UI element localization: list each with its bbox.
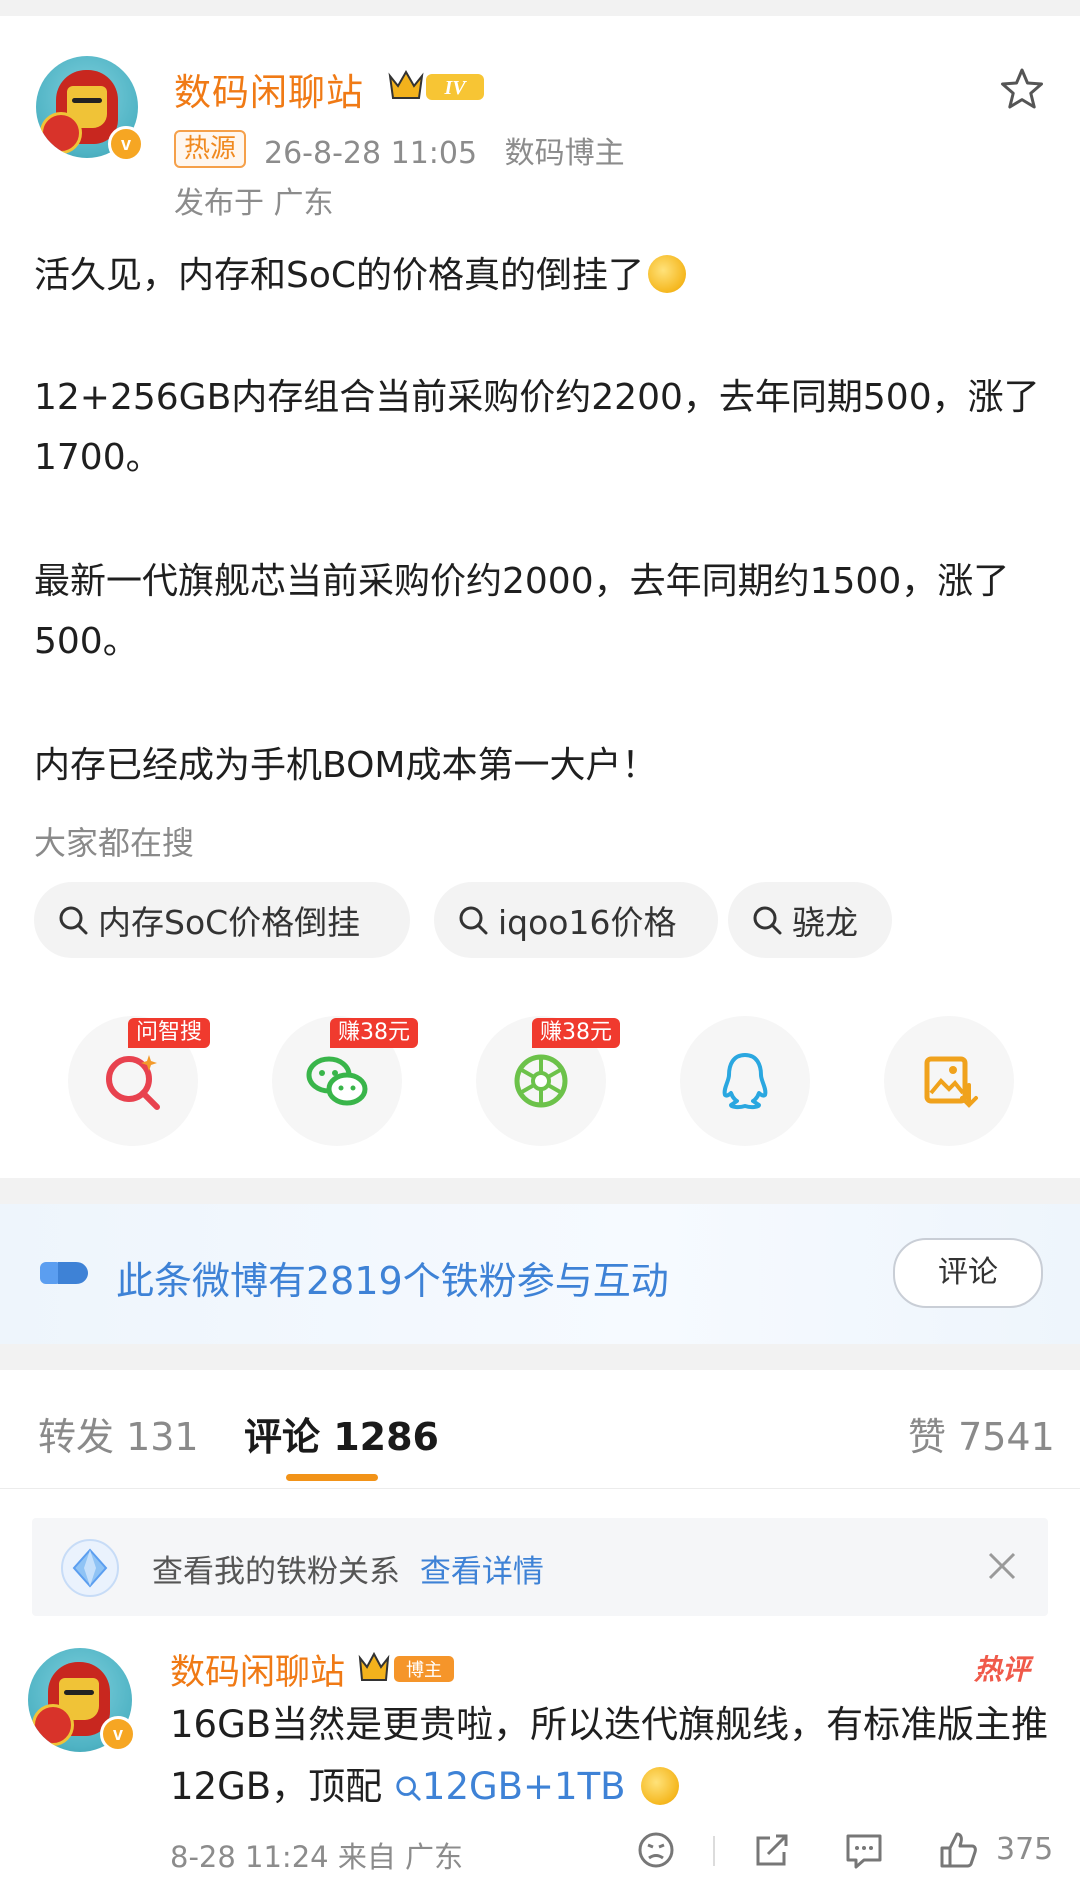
post-paragraph-3: 最新一代旗舰芯当前采购价约2000，去年同期约1500，涨了500。 (34, 561, 1010, 662)
commenter-badge: 博主 (358, 1651, 454, 1682)
comment-text: 16GB当然是更贵啦，所以迭代旗舰线，有标准版主推12GB，顶配 12GB+1T… (170, 1703, 1049, 1808)
search-section-title: 大家都在搜 (34, 824, 195, 862)
share-badge: 赚38元 (330, 1018, 418, 1048)
hot-comment-label: 热评 (974, 1653, 1031, 1686)
relation-detail-link[interactable]: 查看详情 (420, 1554, 544, 1590)
commenter-name[interactable]: 数码闲聊站 (170, 1644, 345, 1695)
verified-icon: v (100, 1716, 136, 1752)
verified-icon: v (108, 126, 144, 162)
author-role: 数码博主 (504, 136, 625, 171)
post-paragraph-4: 内存已经成为手机BOM成本第一大户！ (34, 745, 658, 786)
comment-icon[interactable] (844, 1830, 884, 1870)
emoji-icon (641, 1767, 680, 1805)
top-bar (0, 0, 1080, 16)
action-separator (713, 1836, 715, 1866)
relation-text: 查看我的铁粉关系 查看详情 (152, 1554, 544, 1590)
search-chip[interactable]: 骁龙 (728, 882, 892, 958)
fans-icon (40, 1262, 88, 1284)
post-location: 发布于 广东 (174, 186, 334, 221)
search-icon (459, 906, 488, 935)
crown-level-icon: IV (388, 69, 484, 100)
save-image-icon (924, 1056, 978, 1108)
comment-meta: 8-28 11:24 来自 广东 (170, 1840, 464, 1874)
level-label: IV (443, 77, 467, 99)
tab-comment[interactable]: 评论 1286 (244, 1406, 439, 1461)
qq-icon (722, 1053, 768, 1110)
favorite-star-icon[interactable] (998, 66, 1046, 114)
fans-comment-button[interactable]: 评论 (893, 1238, 1043, 1308)
share-icon[interactable] (752, 1830, 792, 1870)
active-tab-indicator (286, 1474, 378, 1481)
post-meta: 26-8-28 11:05 数码博主 (264, 128, 625, 172)
fans-interaction-banner: 此条微博有2819个铁粉参与互动 评论 (0, 1204, 1080, 1344)
moments-icon (514, 1054, 568, 1108)
emotion-icon[interactable] (636, 1830, 676, 1870)
share-badge: 问智搜 (128, 1018, 211, 1048)
post-paragraph-2: 12+256GB内存组合当前采购价约2200，去年同期500，涨了1700。 (34, 377, 1040, 478)
wechat-icon (306, 1056, 368, 1106)
hot-source-tag[interactable]: 热源 (174, 130, 247, 168)
share-badge: 赚38元 (532, 1018, 620, 1048)
comment-search-link[interactable]: 12GB+1TB (394, 1765, 626, 1808)
section-divider (0, 1178, 1080, 1204)
like-icon[interactable] (938, 1830, 978, 1870)
fans-text: 此条微博有2819个铁粉参与互动 (116, 1259, 669, 1303)
search-icon (753, 906, 782, 935)
fan-gem-icon (61, 1539, 119, 1597)
search-chip[interactable]: 内存SoC价格倒挂 (34, 882, 410, 958)
post-datetime: 26-8-28 11:05 (264, 136, 478, 171)
like-count: 375 (996, 1832, 1054, 1867)
tab-like[interactable]: 赞 7541 (908, 1406, 1055, 1461)
share-qq-button[interactable] (680, 1016, 810, 1146)
post-paragraph-1: 活久见，内存和SoC的价格真的倒挂了 (34, 246, 1044, 306)
search-chip[interactable]: iqoo16价格 (434, 882, 718, 958)
tab-divider (0, 1488, 1080, 1489)
search-icon (396, 1776, 421, 1801)
author-name[interactable]: 数码闲聊站 (174, 62, 364, 116)
tab-repost[interactable]: 转发 131 (38, 1406, 199, 1461)
close-icon[interactable] (984, 1548, 1020, 1584)
emoji-icon (648, 255, 687, 293)
fan-relation-bar: 查看我的铁粉关系 查看详情 (32, 1518, 1048, 1616)
role-badge-label: 博主 (406, 1660, 442, 1681)
share-save-image-button[interactable] (884, 1016, 1014, 1146)
search-icon (59, 906, 88, 935)
ai-search-icon (106, 1055, 160, 1110)
section-divider (0, 1344, 1080, 1370)
